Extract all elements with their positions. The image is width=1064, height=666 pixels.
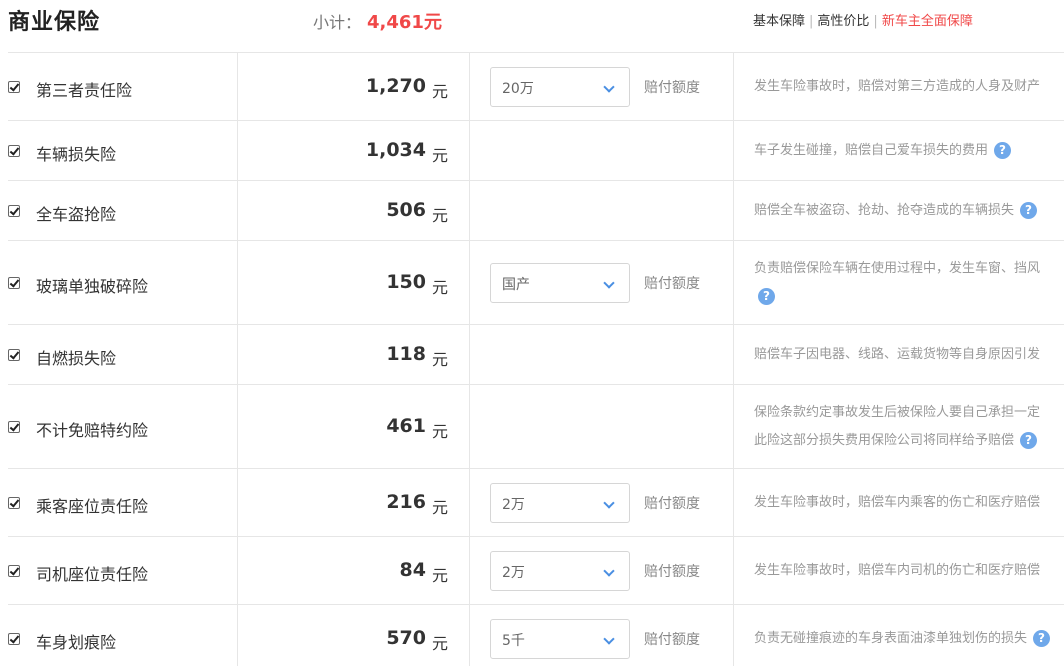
insurance-price: 570 xyxy=(386,627,426,649)
insurance-price: 150 xyxy=(386,271,426,293)
insurance-name: 乘客座位责任险 xyxy=(36,497,149,516)
insurance-name: 全车盗抢险 xyxy=(36,205,117,224)
table-row: 全车盗抢险 506 元 赔偿全车被盗窃、抢劫、抢夺造成的车辆损失? xyxy=(8,180,1064,240)
row-checkbox[interactable] xyxy=(8,145,20,157)
price-unit: 元 xyxy=(432,278,449,297)
insurance-description: 车子发生碰撞，赔偿自己爱车损失的费用? xyxy=(754,137,1064,165)
table-row: 不计免赔特约险 461 元 保险条款约定事故发生后被保险人要自己承担一定 此险这部… xyxy=(8,384,1064,468)
table-row: 第三者责任险 1,270 元 20万 赔付额度 发生车险事故时，赔偿对第三方造成… xyxy=(8,52,1064,120)
insurance-description: 负责赔偿保险车辆在使用过程中，发生车窗、挡风? xyxy=(754,261,1041,305)
coverage-label: 赔付额度 xyxy=(644,80,700,96)
insurance-description: 负责无碰撞痕迹的车身表面油漆单独划伤的损失? xyxy=(754,625,1064,653)
coverage-select[interactable]: 2万 xyxy=(490,551,630,591)
insurance-price: 84 xyxy=(399,559,426,581)
insurance-name: 第三者责任险 xyxy=(36,81,133,100)
insurance-name: 不计免赔特约险 xyxy=(36,421,149,440)
insurance-price: 1,034 xyxy=(365,139,426,161)
coverage-select[interactable]: 20万 xyxy=(490,67,630,107)
table-row: 自燃损失险 118 元 赔偿车子因电器、线路、运载货物等自身原因引发 xyxy=(8,324,1064,384)
coverage-select[interactable]: 国产 xyxy=(490,263,630,303)
table-row: 车身划痕险 570 元 5千 赔付额度 负责无碰撞痕迹的车身表面油漆单独划伤的损… xyxy=(8,604,1064,666)
table-row: 乘客座位责任险 216 元 2万 赔付额度 发生车险事故时，赔偿车内乘客的伤亡和… xyxy=(8,468,1064,536)
insurance-name: 自燃损失险 xyxy=(36,349,117,368)
coverage-value: 国产 xyxy=(502,277,530,293)
table-row: 司机座位责任险 84 元 2万 赔付额度 发生车险事故时，赔偿车内司机的伤亡和医… xyxy=(8,536,1064,604)
chevron-down-icon xyxy=(603,81,615,93)
insurance-description: 赔偿全车被盗窃、抢劫、抢夺造成的车辆损失? xyxy=(754,197,1064,225)
help-icon[interactable]: ? xyxy=(994,142,1012,159)
price-unit: 元 xyxy=(432,498,449,517)
row-checkbox[interactable] xyxy=(8,565,20,577)
page-header: 商业保险 小计： 4,461元 基本保障 | 高性价比 | 新车主全面保障 xyxy=(0,0,1064,52)
insurance-price: 118 xyxy=(386,343,426,365)
price-unit: 元 xyxy=(432,422,449,441)
coverage-value: 20万 xyxy=(502,81,534,97)
help-icon[interactable]: ? xyxy=(1020,202,1038,219)
insurance-price: 506 xyxy=(386,199,426,221)
tab-full[interactable]: 新车主全面保障 xyxy=(882,14,973,29)
row-checkbox[interactable] xyxy=(8,205,20,217)
row-checkbox[interactable] xyxy=(8,349,20,361)
chevron-down-icon xyxy=(603,277,615,289)
subtotal: 小计： 4,461元 xyxy=(313,8,442,34)
price-unit: 元 xyxy=(432,566,449,585)
chevron-down-icon xyxy=(603,633,615,645)
coverage-value: 2万 xyxy=(502,565,525,581)
chevron-down-icon xyxy=(603,565,615,577)
help-icon[interactable]: ? xyxy=(758,288,775,305)
insurance-price: 461 xyxy=(386,415,426,437)
plan-tabs: 基本保障 | 高性价比 | 新车主全面保障 xyxy=(753,10,973,29)
insurance-name: 司机座位责任险 xyxy=(36,565,149,584)
insurance-price: 216 xyxy=(386,491,426,513)
tab-divider: | xyxy=(873,14,878,29)
page-title: 商业保险 xyxy=(8,10,101,35)
coverage-label: 赔付额度 xyxy=(644,276,700,292)
help-icon[interactable]: ? xyxy=(1033,630,1051,647)
insurance-name: 车辆损失险 xyxy=(36,145,117,164)
insurance-price: 1,270 xyxy=(365,75,426,97)
coverage-select[interactable]: 5千 xyxy=(490,619,630,659)
insurance-description: 赔偿车子因电器、线路、运载货物等自身原因引发 xyxy=(754,347,1041,362)
tab-basic[interactable]: 基本保障 xyxy=(753,14,805,29)
price-unit: 元 xyxy=(432,146,449,165)
tab-value[interactable]: 高性价比 xyxy=(817,14,869,29)
price-unit: 元 xyxy=(432,350,449,369)
insurance-name: 车身划痕险 xyxy=(36,633,117,652)
row-checkbox[interactable] xyxy=(8,277,20,289)
chevron-down-icon xyxy=(603,497,615,509)
price-unit: 元 xyxy=(432,634,449,653)
subtotal-amount: 4,461元 xyxy=(367,12,442,33)
coverage-label: 赔付额度 xyxy=(644,632,700,648)
help-icon[interactable]: ? xyxy=(1020,432,1038,449)
insurance-description: 发生车险事故时，赔偿对第三方造成的人身及财产 xyxy=(754,79,1041,94)
table-row: 玻璃单独破碎险 150 元 国产 赔付额度 负责赔偿保险车辆在使用过程中，发生车… xyxy=(8,240,1064,324)
price-unit: 元 xyxy=(432,206,449,225)
insurance-name: 玻璃单独破碎险 xyxy=(36,277,149,296)
coverage-label: 赔付额度 xyxy=(644,564,700,580)
row-checkbox[interactable] xyxy=(8,497,20,509)
table-row: 车辆损失险 1,034 元 车子发生碰撞，赔偿自己爱车损失的费用? xyxy=(8,120,1064,180)
coverage-value: 5千 xyxy=(502,633,525,649)
subtotal-label: 小计： xyxy=(313,13,362,32)
coverage-select[interactable]: 2万 xyxy=(490,483,630,523)
coverage-value: 2万 xyxy=(502,497,525,513)
tab-divider: | xyxy=(809,14,814,29)
price-unit: 元 xyxy=(432,82,449,101)
row-checkbox[interactable] xyxy=(8,633,20,645)
row-checkbox[interactable] xyxy=(8,81,20,93)
row-checkbox[interactable] xyxy=(8,421,20,433)
insurance-description: 发生车险事故时，赔偿车内乘客的伤亡和医疗赔偿 xyxy=(754,495,1041,510)
insurance-description: 保险条款约定事故发生后被保险人要自己承担一定 此险这部分损失费用保险公司将同样给予… xyxy=(754,405,1041,449)
coverage-label: 赔付额度 xyxy=(644,496,700,512)
insurance-description: 发生车险事故时，赔偿车内司机的伤亡和医疗赔偿 xyxy=(754,563,1041,578)
